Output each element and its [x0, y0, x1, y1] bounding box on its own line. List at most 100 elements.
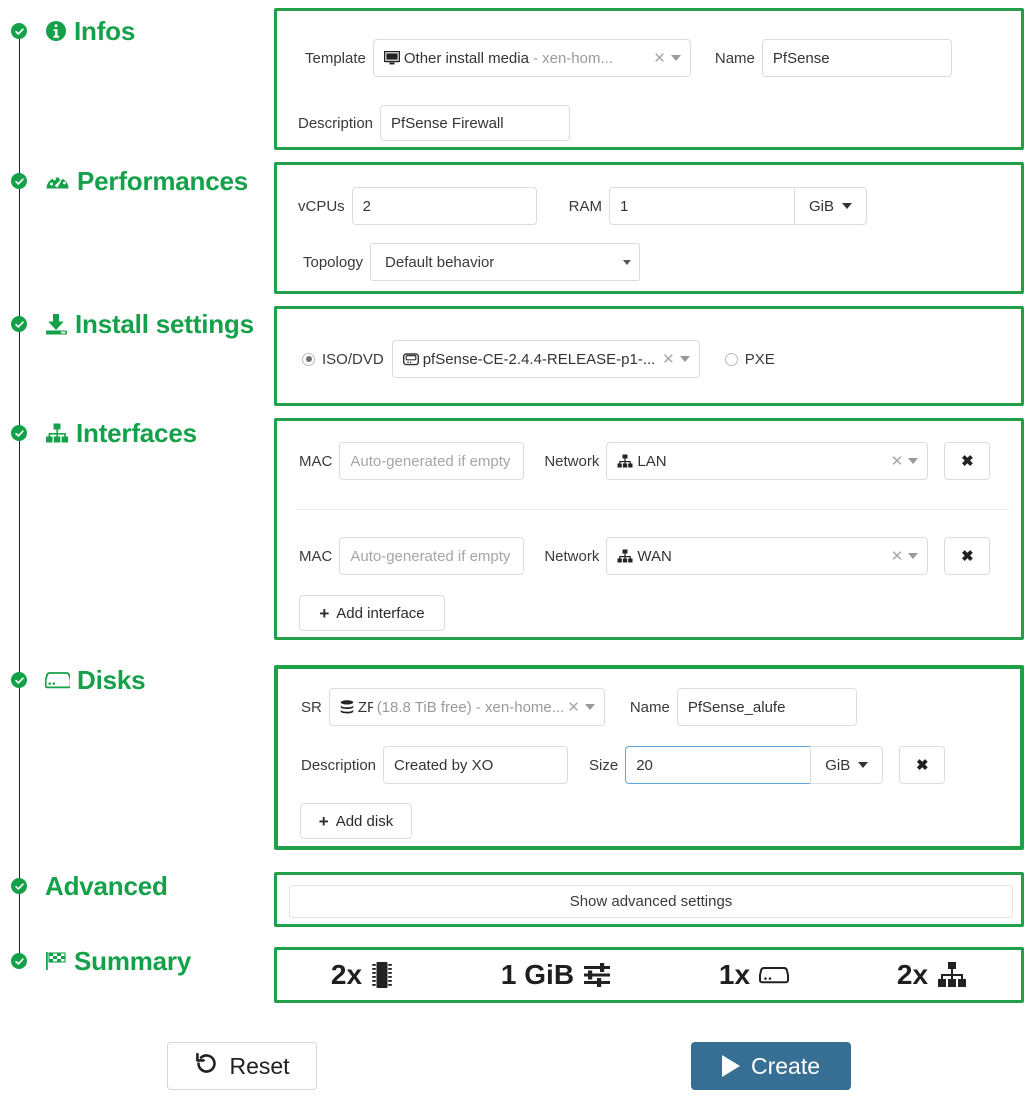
performances-panel: vCPUs 2 RAM 1 GiB Topology Default behav…	[274, 162, 1024, 294]
sidebar-item-label: Advanced	[45, 870, 168, 901]
network-select[interactable]: WAN ✕	[606, 537, 929, 575]
disk-description-label: Description	[301, 756, 377, 774]
sitemap-icon	[617, 454, 633, 468]
hdd-icon	[759, 963, 790, 987]
summary-item-interfaces: 2x	[897, 959, 967, 991]
remove-interface-button[interactable]: ✖	[944, 537, 991, 575]
sidebar-item-performances[interactable]: Performances	[0, 164, 248, 198]
clear-icon[interactable]: ✕	[888, 549, 909, 564]
remove-interface-label: ✖	[961, 548, 974, 565]
step-check-icon	[11, 316, 27, 332]
name-label: Name	[714, 49, 755, 67]
disk-description-input[interactable]: Created by XO	[383, 746, 569, 784]
flag-checkered-icon	[45, 951, 67, 971]
description-input[interactable]: PfSense Firewall	[380, 105, 571, 141]
sidebar-item-infos[interactable]: Infos	[0, 14, 135, 48]
chevron-down-icon[interactable]	[670, 55, 681, 61]
ram-label: RAM	[568, 197, 603, 215]
clear-icon[interactable]: ✕	[564, 700, 585, 715]
sidebar-item-disks[interactable]: Disks	[0, 663, 146, 697]
pxe-radio[interactable]: PXE	[724, 351, 775, 368]
undo-icon	[194, 1051, 219, 1082]
reset-button[interactable]: Reset	[167, 1042, 317, 1090]
sr-select[interactable]: ZFS (18.8 TiB free) - xen-home... ✕	[328, 688, 605, 726]
vcpus-label: vCPUs	[298, 197, 345, 215]
topology-value: Default behavior	[385, 253, 495, 271]
summary-interfaces-value: 2x	[896, 959, 929, 990]
disk-size-unit-dropdown[interactable]: GiB	[810, 746, 884, 784]
cd-icon	[402, 352, 419, 366]
disk-size-input[interactable]: 20	[625, 746, 811, 784]
clear-icon[interactable]: ✕	[659, 352, 680, 367]
database-icon	[340, 699, 354, 715]
summary-disks-value: 1x	[718, 959, 751, 990]
iso-dvd-label: ISO/DVD	[322, 350, 384, 368]
template-select[interactable]: Other install media - xen-hom... ✕	[372, 39, 691, 77]
add-disk-button[interactable]: + Add disk	[300, 803, 412, 839]
step-check-icon	[11, 23, 27, 39]
iso-select[interactable]: pfSense-CE-2.4.4-RELEASE-p1-... ✕	[391, 340, 700, 378]
create-button[interactable]: Create	[691, 1042, 851, 1090]
clear-icon[interactable]: ✕	[888, 454, 909, 469]
sidebar-item-summary[interactable]: Summary	[0, 944, 191, 978]
add-interface-button[interactable]: + Add interface	[299, 595, 445, 631]
chevron-down-icon	[623, 259, 632, 265]
mac-input[interactable]: Auto-generated if empty	[339, 537, 525, 575]
vcpus-input-value: 2	[362, 197, 372, 215]
infos-panel: Template Other install media - xen-hom..…	[274, 8, 1024, 150]
sidebar-item-install-settings[interactable]: Install settings	[0, 307, 254, 341]
create-label: Create	[750, 1052, 821, 1079]
sidebar-item-label: Infos	[74, 15, 136, 46]
reset-label: Reset	[229, 1052, 290, 1079]
chevron-down-icon[interactable]	[584, 704, 595, 710]
clear-icon[interactable]: ✕	[650, 51, 671, 66]
chevron-down-icon	[842, 203, 853, 209]
interface-row: MAC Auto-generated if empty Network LAN …	[292, 442, 991, 480]
divider	[297, 509, 1009, 510]
disk-row-top: SR ZFS (18.8 TiB free) - xen-home... ✕ N…	[294, 688, 857, 726]
sidebar-item-interfaces[interactable]: Interfaces	[0, 416, 197, 450]
summary-items: 2x 1 GiB 1x 2x	[277, 950, 1021, 1000]
ram-input[interactable]: 1	[609, 187, 795, 225]
description-input-value: PfSense Firewall	[391, 114, 504, 132]
network-value: LAN	[637, 452, 667, 470]
radio-unselected-icon	[724, 352, 738, 366]
disk-name-input[interactable]: PfSense_alufe	[676, 688, 857, 726]
radio-selected-icon	[302, 352, 315, 366]
desktop-icon	[383, 51, 400, 65]
advanced-panel: Show advanced settings	[274, 872, 1024, 927]
template-value: Other install media	[403, 49, 529, 67]
remove-disk-button[interactable]: ✖	[899, 746, 946, 784]
network-select[interactable]: LAN ✕	[606, 442, 929, 480]
add-disk-label: Add disk	[335, 812, 394, 830]
sitemap-icon	[937, 961, 967, 989]
mac-label: MAC	[299, 452, 333, 470]
disk-size-unit-value: GiB	[825, 756, 851, 774]
plus-icon: +	[318, 811, 329, 831]
cpu-icon	[371, 960, 393, 990]
disk-row-bottom: Description Created by XO Size 20 GiB ✖	[294, 746, 946, 784]
chevron-down-icon	[858, 762, 869, 768]
step-check-icon	[11, 173, 27, 189]
chevron-down-icon[interactable]	[908, 458, 919, 464]
vcpus-input[interactable]: 2	[351, 187, 537, 225]
summary-item-vcpus: 2x	[331, 959, 393, 991]
sidebar-item-advanced[interactable]: Advanced	[0, 869, 168, 903]
ram-unit-dropdown[interactable]: GiB	[794, 187, 868, 225]
chevron-down-icon[interactable]	[679, 356, 690, 362]
sidebar-item-label: Interfaces	[76, 417, 197, 448]
install-settings-panel: ISO/DVD pfSense-CE-2.4.4-RELEASE-p1-... …	[274, 306, 1024, 406]
chevron-down-icon[interactable]	[908, 553, 919, 559]
topology-select[interactable]: Default behavior	[370, 243, 641, 281]
remove-disk-label: ✖	[915, 757, 929, 774]
interface-row: MAC Auto-generated if empty Network WAN …	[292, 537, 991, 575]
iso-dvd-radio[interactable]: ISO/DVD	[302, 351, 384, 368]
memory-sliders-icon	[583, 962, 611, 988]
summary-vcpus-value: 2x	[330, 959, 363, 990]
topology-label: Topology	[303, 253, 364, 271]
sitemap-icon	[617, 549, 633, 563]
mac-input[interactable]: Auto-generated if empty	[339, 442, 525, 480]
remove-interface-button[interactable]: ✖	[944, 442, 991, 480]
name-input[interactable]: PfSense	[761, 39, 952, 77]
show-advanced-settings-button[interactable]: Show advanced settings	[289, 885, 1013, 918]
